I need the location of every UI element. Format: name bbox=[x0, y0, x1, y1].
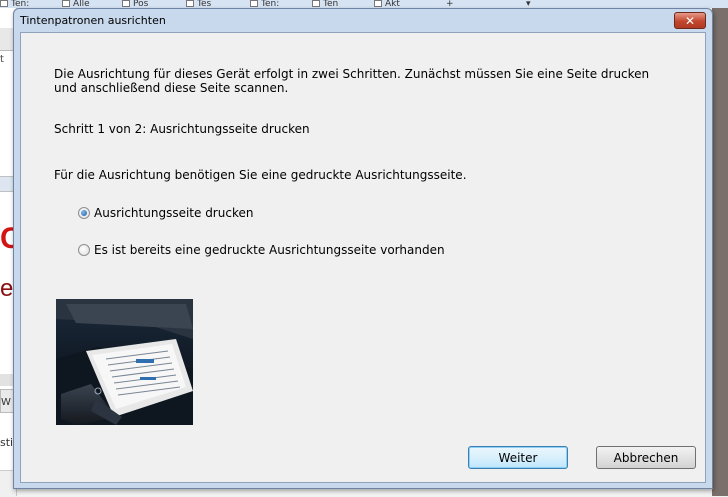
background-tab-strip: Ten: Alle Pos Tes Ten: Ten Akt + ▾ bbox=[0, 0, 728, 8]
next-button[interactable]: Weiter bbox=[468, 446, 568, 469]
radio-dot-icon bbox=[81, 210, 87, 216]
background-text: sti bbox=[0, 436, 14, 449]
dialog-content: Die Ausrichtung für dieses Gerät erfolgt… bbox=[20, 32, 706, 483]
background-desktop-right bbox=[712, 8, 728, 496]
option-label: Ausrichtungsseite drucken bbox=[94, 206, 254, 220]
new-tab-button[interactable]: + bbox=[446, 0, 460, 8]
requirement-text: Für die Ausrichtung benötigen Sie eine g… bbox=[54, 168, 467, 182]
background-text: W bbox=[1, 397, 11, 408]
tab-favicon-icon bbox=[186, 0, 194, 7]
tab-label: Tes bbox=[197, 0, 212, 8]
tab-favicon-icon bbox=[0, 0, 8, 7]
dialog-titlebar[interactable]: Tintenpatronen ausrichten ✕ bbox=[14, 9, 712, 33]
tab-label: Ten: bbox=[261, 0, 280, 8]
chevron-down-icon: ▾ bbox=[526, 0, 531, 8]
tab-favicon-icon bbox=[122, 0, 130, 7]
printer-with-page-icon bbox=[56, 299, 193, 425]
background-text: t bbox=[0, 54, 4, 65]
background-tab[interactable]: Pos bbox=[122, 0, 172, 8]
tab-label: Akt bbox=[385, 0, 400, 8]
tab-label: Pos bbox=[133, 0, 149, 8]
plus-icon: + bbox=[446, 0, 454, 8]
tab-favicon-icon bbox=[250, 0, 258, 7]
option-print-alignment-page[interactable]: Ausrichtungsseite drucken bbox=[78, 206, 253, 220]
printer-illustration bbox=[56, 299, 193, 425]
tab-favicon-icon bbox=[374, 0, 382, 7]
background-dark-text: er bbox=[0, 276, 14, 302]
option-label: Es ist bereits eine gedruckte Ausrichtun… bbox=[94, 243, 445, 257]
dialog-title: Tintenpatronen ausrichten bbox=[20, 14, 166, 27]
radio-button[interactable] bbox=[78, 244, 90, 256]
tab-favicon-icon bbox=[62, 0, 70, 7]
tab-label: Ten bbox=[323, 0, 339, 8]
tab-list-button[interactable]: ▾ bbox=[526, 0, 540, 8]
align-cartridges-dialog: Tintenpatronen ausrichten ✕ Die Ausricht… bbox=[13, 8, 713, 489]
close-button[interactable]: ✕ bbox=[674, 12, 706, 29]
cancel-button[interactable]: Abbrechen bbox=[596, 446, 696, 469]
background-tab[interactable]: Tes bbox=[186, 0, 236, 8]
background-red-text: C bbox=[0, 224, 14, 254]
intro-text: Die Ausrichtung für dieses Gerät erfolgt… bbox=[54, 67, 650, 95]
option-already-printed[interactable]: Es ist bereits eine gedruckte Ausrichtun… bbox=[78, 243, 445, 257]
background-tab[interactable]: Alle bbox=[62, 0, 110, 8]
tab-label: Ten: bbox=[11, 0, 30, 8]
tab-favicon-icon bbox=[312, 0, 320, 7]
tab-label: Alle bbox=[73, 0, 90, 8]
background-tab[interactable]: Ten bbox=[312, 0, 362, 8]
background-tab[interactable]: Ten: bbox=[0, 0, 48, 8]
close-icon: ✕ bbox=[684, 13, 696, 28]
background-tab[interactable]: Ten: bbox=[250, 0, 300, 8]
background-tab[interactable]: Akt bbox=[374, 0, 424, 8]
radio-button-selected[interactable] bbox=[78, 207, 90, 219]
step-text: Schritt 1 von 2: Ausrichtungsseite druck… bbox=[54, 122, 310, 136]
